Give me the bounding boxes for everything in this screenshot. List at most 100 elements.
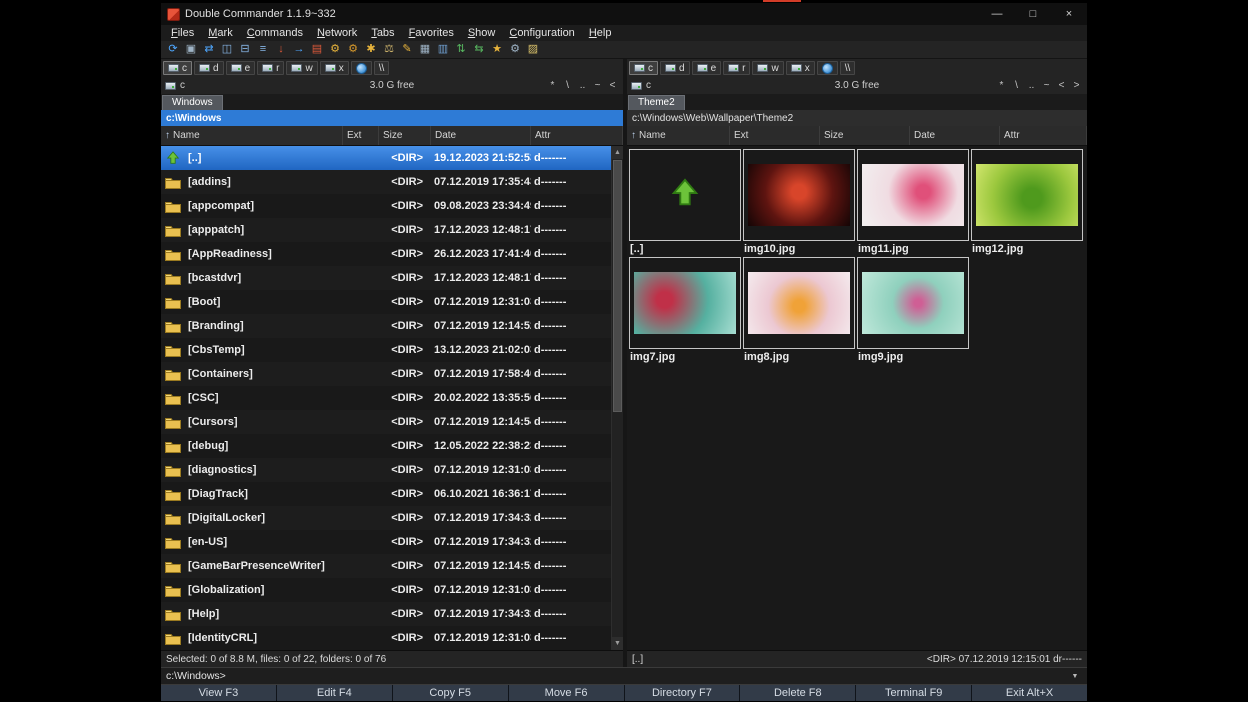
- search-files-icon[interactable]: ✱: [363, 42, 379, 57]
- fkey-f6[interactable]: Move F6: [509, 685, 624, 701]
- menu-show[interactable]: Show: [461, 27, 503, 39]
- column-header-ext[interactable]: Ext: [730, 126, 820, 145]
- file-row[interactable]: [DigitalLocker]<DIR>07.12.2019 17:34:32d…: [161, 506, 611, 530]
- file-row[interactable]: [en-US]<DIR>07.12.2019 17:34:32d-------: [161, 530, 611, 554]
- fkey-f3[interactable]: View F3: [161, 685, 276, 701]
- command-history-dropdown-icon[interactable]: ▼: [1068, 673, 1082, 680]
- drive-x-button[interactable]: x: [320, 61, 349, 75]
- drive-r-button[interactable]: r: [257, 61, 284, 75]
- fkey-f9[interactable]: Terminal F9: [856, 685, 971, 701]
- scroll-up-icon[interactable]: ▲: [612, 146, 623, 159]
- save-icon[interactable]: ▥: [435, 42, 451, 57]
- unc-path-button[interactable]: \\: [840, 61, 856, 75]
- file-row[interactable]: [Boot]<DIR>07.12.2019 12:31:03d-------: [161, 290, 611, 314]
- unpack-icon[interactable]: ⚙: [345, 42, 361, 57]
- extract-icon[interactable]: ↓: [273, 42, 289, 57]
- column-header-name[interactable]: ↑Name: [161, 126, 343, 145]
- nav-star-button[interactable]: *: [995, 79, 1008, 92]
- sync-dirs-icon[interactable]: ⇆: [471, 42, 487, 57]
- column-header-name[interactable]: ↑Name: [627, 126, 730, 145]
- nav-parent-button[interactable]: ..: [1025, 79, 1038, 92]
- file-row[interactable]: [appcompat]<DIR>09.08.2023 23:34:49d----…: [161, 194, 611, 218]
- file-row[interactable]: [Cursors]<DIR>07.12.2019 12:14:54d------…: [161, 410, 611, 434]
- titlebar[interactable]: Double Commander 1.1.9~332 —□×: [161, 3, 1087, 25]
- drive-e-button[interactable]: e: [226, 61, 256, 75]
- column-header-date[interactable]: Date: [910, 126, 1000, 145]
- thumb-item[interactable]: img7.jpg: [629, 257, 741, 363]
- drive-w-button[interactable]: w: [286, 61, 317, 75]
- pack-icon[interactable]: ⚙: [327, 42, 343, 57]
- menu-configuration[interactable]: Configuration: [502, 27, 581, 39]
- file-row[interactable]: [addins]<DIR>07.12.2019 17:35:43d-------: [161, 170, 611, 194]
- menu-favorites[interactable]: Favorites: [402, 27, 461, 39]
- refresh-icon[interactable]: ⟳: [165, 42, 181, 57]
- minimize-button[interactable]: —: [979, 3, 1015, 25]
- left-path-bar[interactable]: c:\Windows: [161, 110, 623, 126]
- file-row[interactable]: [CSC]<DIR>20.02.2022 13:35:56d-------: [161, 386, 611, 410]
- column-header-attr[interactable]: Attr: [1000, 126, 1087, 145]
- file-row[interactable]: [CbsTemp]<DIR>13.12.2023 21:02:03d------…: [161, 338, 611, 362]
- calculator-icon[interactable]: ▦: [417, 42, 433, 57]
- fkey-f8[interactable]: Delete F8: [740, 685, 855, 701]
- move-to-icon[interactable]: →: [291, 42, 307, 57]
- drive-d-button[interactable]: d: [194, 61, 224, 75]
- maximize-button[interactable]: □: [1015, 3, 1051, 25]
- menu-commands[interactable]: Commands: [240, 27, 310, 39]
- left-current-drive-button[interactable]: c: [165, 80, 185, 91]
- column-header-date[interactable]: Date: [431, 126, 531, 145]
- nav-star-button[interactable]: *: [546, 79, 559, 92]
- file-row[interactable]: [IdentityCRL]<DIR>07.12.2019 12:31:03d--…: [161, 626, 611, 650]
- network-drives-button[interactable]: [351, 61, 372, 75]
- folder-tools-icon[interactable]: ▨: [525, 42, 541, 57]
- file-row[interactable]: [apppatch]<DIR>17.12.2023 12:48:17d-----…: [161, 218, 611, 242]
- file-row[interactable]: [Globalization]<DIR>07.12.2019 12:31:03d…: [161, 578, 611, 602]
- left-scrollbar[interactable]: ▲ ▼: [611, 146, 623, 650]
- nav-root-button[interactable]: \: [561, 79, 574, 92]
- close-button[interactable]: ×: [1051, 3, 1087, 25]
- fkey-f5[interactable]: Copy F5: [393, 685, 508, 701]
- thumb-item[interactable]: img10.jpg: [743, 149, 855, 255]
- thumb-item[interactable]: img9.jpg: [857, 257, 969, 363]
- flat-view-icon[interactable]: ≡: [255, 42, 271, 57]
- column-header-attr[interactable]: Attr: [531, 126, 623, 145]
- nav-back-button[interactable]: <: [1055, 79, 1068, 92]
- menu-files[interactable]: Files: [164, 27, 201, 39]
- copy-files-icon[interactable]: ▤: [309, 42, 325, 57]
- network-drives-button[interactable]: [817, 61, 838, 75]
- file-row[interactable]: [..]<DIR>19.12.2023 21:52:53d-------: [161, 146, 611, 170]
- thumb-item[interactable]: img12.jpg: [971, 149, 1083, 255]
- swap-panes-icon[interactable]: ⇄: [201, 42, 217, 57]
- fkey-f4[interactable]: Edit F4: [277, 685, 392, 701]
- drive-e-button[interactable]: e: [692, 61, 722, 75]
- column-header-ext[interactable]: Ext: [343, 126, 379, 145]
- compare-contents-icon[interactable]: ⚖: [381, 42, 397, 57]
- tab-windows[interactable]: Windows: [162, 95, 223, 110]
- file-row[interactable]: [bcastdvr]<DIR>17.12.2023 12:48:17d-----…: [161, 266, 611, 290]
- nav-home-button[interactable]: ~: [1040, 79, 1053, 92]
- file-row[interactable]: [Containers]<DIR>07.12.2019 17:58:40d---…: [161, 362, 611, 386]
- menu-network[interactable]: Network: [310, 27, 364, 39]
- file-row[interactable]: [AppReadiness]<DIR>26.12.2023 17:41:40d-…: [161, 242, 611, 266]
- nav-forward-button[interactable]: >: [1070, 79, 1083, 92]
- tab-theme2[interactable]: Theme2: [628, 95, 685, 110]
- drive-r-button[interactable]: r: [723, 61, 750, 75]
- unc-path-button[interactable]: \\: [374, 61, 390, 75]
- drive-d-button[interactable]: d: [660, 61, 690, 75]
- drive-c-button[interactable]: c: [163, 61, 192, 75]
- options-icon[interactable]: ⚙: [507, 42, 523, 57]
- nav-back-button[interactable]: <: [606, 79, 619, 92]
- scrollbar-track[interactable]: [612, 159, 623, 637]
- drive-c-button[interactable]: c: [629, 61, 658, 75]
- file-row[interactable]: [debug]<DIR>12.05.2022 22:38:23d-------: [161, 434, 611, 458]
- drive-x-button[interactable]: x: [786, 61, 815, 75]
- vertical-panels-icon[interactable]: ◫: [219, 42, 235, 57]
- scrollbar-thumb[interactable]: [613, 160, 622, 412]
- nav-home-button[interactable]: ~: [591, 79, 604, 92]
- edit-file-icon[interactable]: ✎: [399, 42, 415, 57]
- right-path-bar[interactable]: c:\Windows\Web\Wallpaper\Theme2: [627, 110, 1087, 126]
- file-row[interactable]: [DiagTrack]<DIR>06.10.2021 16:36:17d----…: [161, 482, 611, 506]
- file-row[interactable]: [Help]<DIR>07.12.2019 17:34:32d-------: [161, 602, 611, 626]
- right-current-drive-button[interactable]: c: [631, 80, 651, 91]
- drive-w-button[interactable]: w: [752, 61, 783, 75]
- column-header-size[interactable]: Size: [820, 126, 910, 145]
